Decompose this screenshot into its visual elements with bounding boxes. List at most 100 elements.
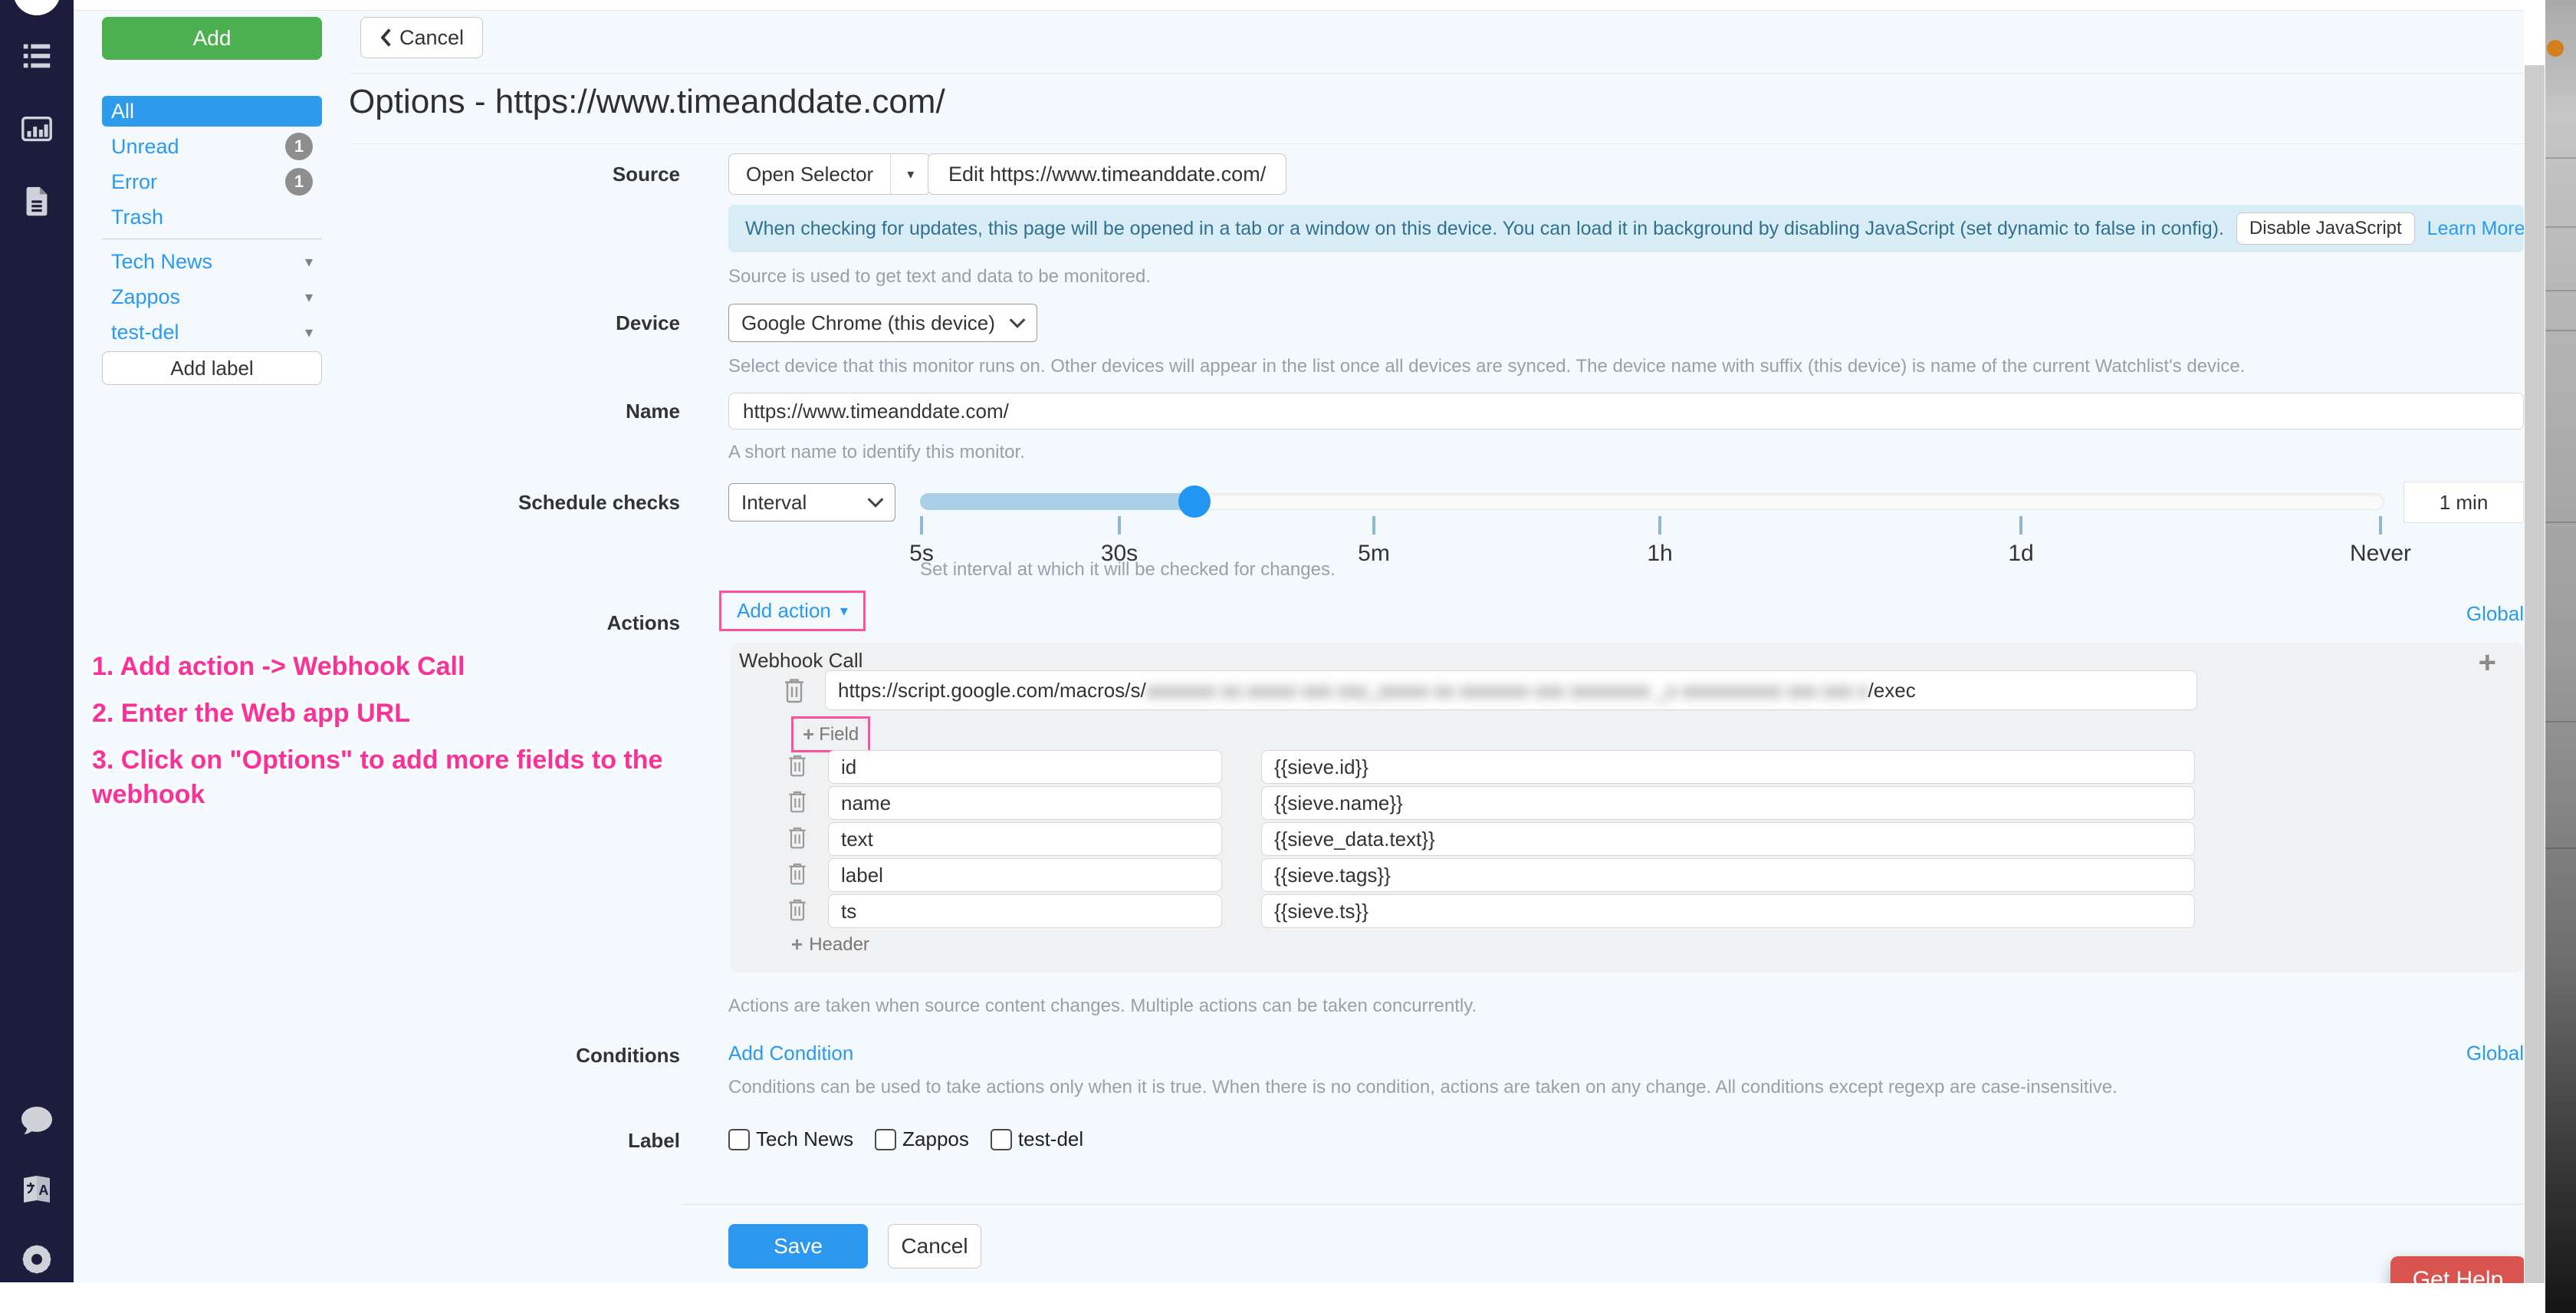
trash-icon [785, 824, 810, 851]
actions-hint: Actions are taken when source content ch… [728, 995, 1477, 1017]
document-icon[interactable] [0, 184, 74, 219]
gear-icon[interactable] [0, 1242, 74, 1276]
sidebar-label-zappos[interactable]: Zappos ▾ [102, 281, 322, 312]
collapse-plus-icon[interactable]: + [2479, 646, 2496, 680]
slider-thumb[interactable] [1178, 485, 1211, 518]
chevron-down-icon[interactable]: ▾ [890, 154, 930, 194]
delete-field-button[interactable] [785, 824, 810, 854]
chevron-down-icon[interactable]: ▾ [305, 288, 313, 307]
test-del-checkbox[interactable] [991, 1129, 1012, 1150]
conditions-global-link[interactable]: Global [2374, 1042, 2524, 1065]
device-label: Device [337, 304, 680, 342]
cancel-back-button[interactable]: Cancel [360, 17, 483, 58]
checkbox-tech-news[interactable]: Tech News [728, 1127, 853, 1151]
device-select[interactable]: Google Chrome (this device) [728, 304, 1037, 342]
tick [2379, 516, 2382, 535]
delete-action-button[interactable] [780, 675, 808, 708]
trash-icon [785, 788, 810, 815]
unread-count-badge: 1 [285, 133, 313, 160]
field-value-input[interactable] [1261, 894, 2195, 928]
checkbox-test-del[interactable]: test-del [991, 1127, 1083, 1151]
app-logo [13, 0, 61, 15]
annotation-step-1: 1. Add action -> Webhook Call [92, 650, 713, 684]
field-key-input[interactable] [828, 822, 1222, 856]
field-value-input[interactable] [1261, 750, 2195, 784]
add-header-button[interactable]: + Header [791, 933, 869, 956]
sidebar-label-tech-news[interactable]: Tech News ▾ [102, 246, 322, 277]
trash-icon [785, 896, 810, 923]
name-input[interactable] [728, 393, 2524, 429]
open-selector-button[interactable]: Open Selector ▾ [728, 153, 931, 195]
schedule-hint: Set interval at which it will be checked… [920, 559, 1336, 581]
zappos-checkbox[interactable] [875, 1129, 896, 1150]
add-field-button[interactable]: + Field [791, 716, 870, 752]
edit-source-button[interactable]: Edit https://www.timeanddate.com/ [928, 153, 1286, 195]
tick-label: 1d [2008, 541, 2033, 567]
save-button[interactable]: Save [728, 1224, 868, 1269]
app-sidebar: A [0, 0, 74, 1282]
field-value-input[interactable] [1261, 786, 2195, 820]
field-value-input[interactable] [1261, 822, 2195, 856]
sidebar-item-trash[interactable]: Trash [102, 202, 322, 232]
scrollbar-track [2524, 0, 2545, 1283]
delete-field-button[interactable] [785, 896, 810, 926]
chat-icon[interactable] [0, 1102, 74, 1139]
cancel-button[interactable]: Cancel [888, 1224, 981, 1269]
annotation-step-2: 2. Enter the Web app URL [92, 696, 713, 731]
tick-label: 5m [1358, 541, 1390, 567]
webhook-title: Webhook Call [739, 649, 863, 673]
sidebar-item-unread[interactable]: Unread 1 [102, 131, 322, 162]
schedule-label: Schedule checks [337, 483, 680, 522]
tick [1658, 516, 1661, 535]
chevron-down-icon[interactable]: ▾ [305, 323, 313, 342]
scrollbar-thumb[interactable] [2525, 65, 2545, 1283]
reports-icon[interactable] [0, 112, 74, 147]
tech-news-checkbox[interactable] [728, 1129, 750, 1150]
divider [349, 73, 2524, 74]
label-section-label: Label [337, 1127, 680, 1153]
field-value-input[interactable] [1261, 858, 2195, 892]
webhook-url-input[interactable]: https://script.google.com/macros/s/xxxxx… [825, 670, 2197, 710]
add-condition-link[interactable]: Add Condition [728, 1042, 853, 1065]
field-key-input[interactable] [828, 894, 1222, 928]
trash-icon [785, 860, 810, 887]
delete-field-button[interactable] [785, 788, 810, 818]
interval-value-box[interactable]: 1 min [2404, 482, 2524, 523]
annotation-step-3: 3. Click on "Options" to add more fields… [92, 743, 713, 812]
field-key-input[interactable] [828, 858, 1222, 892]
device-hint: Select device that this monitor runs on.… [728, 356, 2245, 377]
checkbox-zappos[interactable]: Zappos [875, 1127, 969, 1151]
chevron-down-icon [1009, 318, 1026, 328]
tick [920, 516, 923, 535]
translate-icon[interactable]: A [0, 1171, 74, 1208]
redacted-url-segment: xxxxxxx xx xxxxx xxx xxx_xxxxx xx xxxxxx… [1146, 679, 1868, 703]
tick [1118, 516, 1121, 535]
chevron-down-icon [867, 497, 884, 508]
tick [2019, 516, 2022, 535]
webhook-call-panel: Webhook Call + https://script.google.com… [730, 643, 2524, 972]
disable-javascript-button[interactable]: Disable JavaScript [2236, 212, 2415, 245]
main-content: Add All Unread 1 Error 1 Trash Tech News… [74, 12, 2524, 1283]
field-key-input[interactable] [828, 786, 1222, 820]
watchlist-icon[interactable] [0, 38, 74, 74]
chevron-down-icon[interactable]: ▾ [305, 252, 313, 271]
sidebar-item-all[interactable]: All [102, 96, 322, 127]
trash-icon [785, 752, 810, 779]
add-action-dropdown[interactable]: Add action ▾ [719, 591, 866, 631]
schedule-mode-select[interactable]: Interval [728, 483, 895, 522]
background-window-edge [2545, 0, 2576, 1313]
sidebar-label-test-del[interactable]: test-del ▾ [102, 317, 322, 347]
source-info-alert: When checking for updates, this page wil… [728, 205, 2524, 252]
add-monitor-button[interactable]: Add [102, 17, 322, 60]
learn-more-link[interactable]: Learn More [2427, 218, 2524, 240]
add-label-button[interactable]: Add label [102, 351, 322, 385]
conditions-label: Conditions [337, 1042, 680, 1069]
window-top-strip [74, 0, 2545, 11]
actions-global-link[interactable]: Global [2374, 602, 2524, 626]
field-key-input[interactable] [828, 750, 1222, 784]
delete-field-button[interactable] [785, 752, 810, 782]
divider [349, 143, 2524, 144]
get-help-button[interactable]: Get Help [2390, 1256, 2524, 1283]
delete-field-button[interactable] [785, 860, 810, 890]
sidebar-item-error[interactable]: Error 1 [102, 166, 322, 197]
